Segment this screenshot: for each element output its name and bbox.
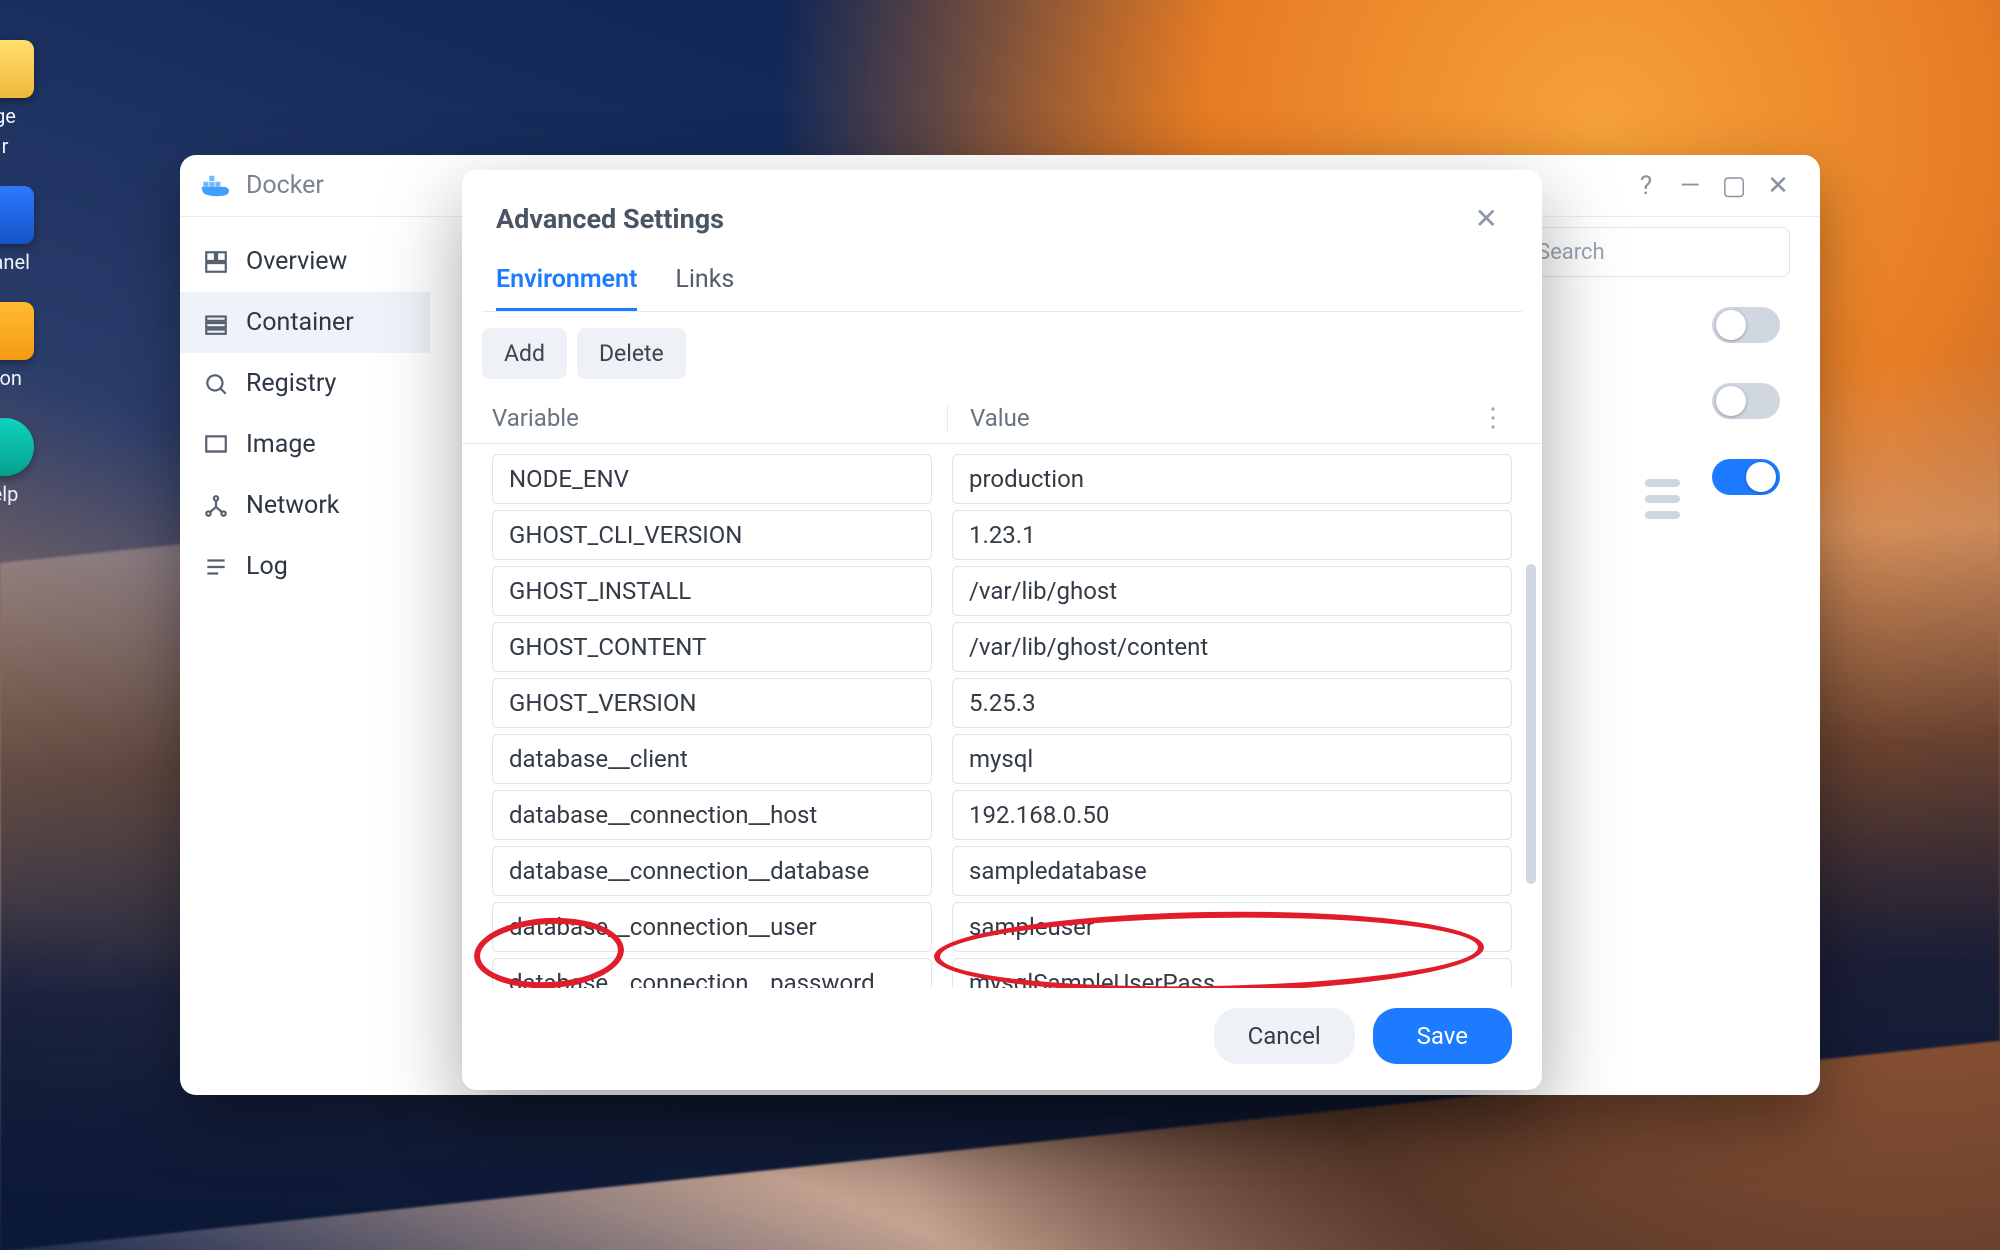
tab-links[interactable]: Links [675,265,734,311]
env-variable-cell[interactable]: GHOST_CONTENT [492,622,932,672]
env-value-cell[interactable]: production [952,454,1512,504]
dock-label: tion [0,366,22,390]
env-value-cell[interactable]: mysql [952,734,1512,784]
control-panel-icon [0,186,34,244]
env-value-cell[interactable]: 192.168.0.50 [952,790,1512,840]
env-value-cell[interactable]: sampleuser [952,902,1512,952]
delete-button[interactable]: Delete [577,328,686,379]
maximize-button[interactable]: ▢ [1712,171,1756,201]
help-button[interactable]: ? [1624,171,1668,201]
sidebar-item-log[interactable]: Log [180,536,430,597]
env-variable-cell[interactable]: database__connection__host [492,790,932,840]
sidebar-item-image[interactable]: Image [180,414,430,475]
help-icon [0,418,34,476]
dock-item[interactable]: tion [0,302,50,390]
dock-label: ge [0,104,16,128]
env-value-cell[interactable]: 1.23.1 [952,510,1512,560]
modal-tabs: Environment Links [462,251,1542,311]
table-row[interactable]: GHOST_VERSION 5.25.3 [492,678,1512,728]
window-title: Docker [246,171,324,200]
env-variable-cell[interactable]: NODE_ENV [492,454,932,504]
env-value-cell[interactable]: 5.25.3 [952,678,1512,728]
minimize-button[interactable]: — [1668,171,1712,201]
image-icon [202,431,230,459]
desktop-background: ge r Panel tion elp Docker [0,0,2000,1250]
network-icon [202,492,230,520]
column-header-variable[interactable]: Variable [492,404,947,432]
registry-icon [202,370,230,398]
table-row[interactable]: database__client mysql [492,734,1512,784]
sidebar-item-network[interactable]: Network [180,475,430,536]
container-toggle[interactable] [1712,459,1780,495]
env-variable-cell[interactable]: GHOST_VERSION [492,678,932,728]
env-table-body: NODE_ENV production GHOST_CLI_VERSION 1.… [462,444,1542,988]
env-variable-cell[interactable]: GHOST_CLI_VERSION [492,510,932,560]
env-value-cell[interactable]: sampledatabase [952,846,1512,896]
scrollbar-thumb[interactable] [1526,564,1536,884]
env-value-cell[interactable]: mysqlSampleUserPass [952,958,1512,988]
table-row[interactable]: database__connection__host 192.168.0.50 [492,790,1512,840]
sidebar-item-registry[interactable]: Registry [180,353,430,414]
desktop-dock: ge r Panel tion elp [0,40,50,506]
sidebar-item-label: Network [246,491,339,520]
save-button[interactable]: Save [1373,1008,1512,1064]
dock-label: elp [0,482,18,506]
env-variable-cell[interactable]: database__connection__password [492,958,932,988]
advanced-settings-modal: Advanced Settings ✕ Environment Links Ad… [462,170,1542,1090]
env-variable-cell[interactable]: GHOST_INSTALL [492,566,932,616]
sidebar-item-label: Registry [246,369,336,398]
column-options-button[interactable]: ⋮ [1474,403,1512,433]
table-row[interactable]: GHOST_INSTALL /var/lib/ghost [492,566,1512,616]
env-table-header: Variable Value ⋮ [462,393,1542,444]
search-input[interactable]: Search [1520,227,1790,277]
search-placeholder: Search [1537,240,1605,265]
modal-title: Advanced Settings [496,203,724,235]
dock-item[interactable]: elp [0,418,50,506]
env-toolbar: Add Delete [462,312,1542,393]
table-row[interactable]: database__connection__database sampledat… [492,846,1512,896]
dock-label: Panel [0,250,30,274]
env-variable-cell[interactable]: database__client [492,734,932,784]
log-icon [202,553,230,581]
cancel-button[interactable]: Cancel [1214,1008,1355,1064]
file-station-icon [0,302,34,360]
docker-sidebar: Overview Container Registry [180,217,430,1095]
sidebar-item-label: Log [246,552,288,581]
dock-item[interactable]: Panel [0,186,50,274]
dock-item[interactable]: ge r [0,40,50,158]
env-value-cell[interactable]: /var/lib/ghost/content [952,622,1512,672]
docker-whale-icon [200,173,234,199]
dock-label: r [2,134,9,158]
modal-footer: Cancel Save [462,988,1542,1090]
sidebar-item-label: Container [246,308,354,337]
container-toggle[interactable] [1712,383,1780,419]
package-center-icon [0,40,34,98]
container-toggle-column [1712,307,1780,495]
sidebar-item-overview[interactable]: Overview [180,231,430,292]
drag-handle-icon [1645,479,1680,519]
sidebar-item-container[interactable]: Container [180,292,430,353]
env-value-cell[interactable]: /var/lib/ghost [952,566,1512,616]
table-row[interactable]: GHOST_CLI_VERSION 1.23.1 [492,510,1512,560]
container-toggle[interactable] [1712,307,1780,343]
add-button[interactable]: Add [482,328,567,379]
container-icon [202,309,230,337]
sidebar-item-label: Overview [246,247,347,276]
table-row[interactable]: database__connection__user sampleuser [492,902,1512,952]
tab-environment[interactable]: Environment [496,265,637,311]
dashboard-icon [202,248,230,276]
table-row[interactable]: GHOST_CONTENT /var/lib/ghost/content [492,622,1512,672]
table-row[interactable]: database__connection__password mysqlSamp… [492,958,1512,988]
column-header-value[interactable]: Value [947,404,1474,432]
modal-close-button[interactable]: ✕ [1465,196,1508,241]
env-variable-cell[interactable]: database__connection__database [492,846,932,896]
table-row[interactable]: NODE_ENV production [492,454,1512,504]
sidebar-item-label: Image [246,430,316,459]
env-variable-cell[interactable]: database__connection__user [492,902,932,952]
close-window-button[interactable]: ✕ [1756,171,1800,201]
